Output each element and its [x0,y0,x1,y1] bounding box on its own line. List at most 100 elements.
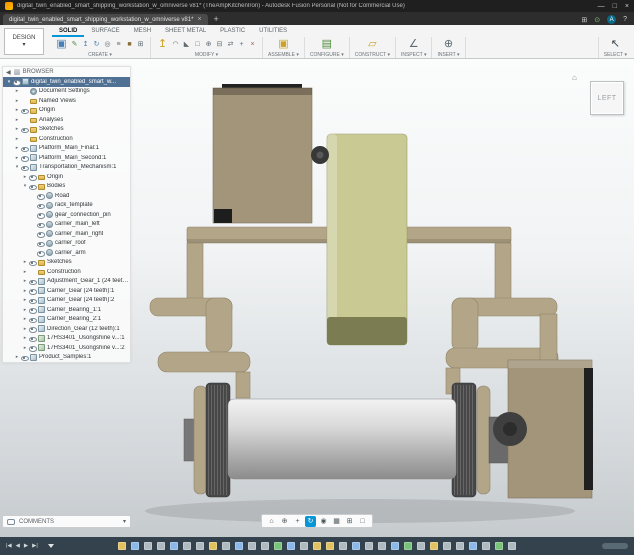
browser-item[interactable]: carrier_roof [3,239,130,249]
ribbon-group-label[interactable]: INSERT ▾ [437,52,459,58]
timeline-feature-sketch[interactable] [287,542,295,550]
browser-item[interactable]: ▸Analyses [3,115,130,125]
new-component-icon[interactable]: ▣ [277,38,290,51]
grid-settings-icon[interactable]: ⊞ [344,516,355,527]
timeline-feature-component[interactable] [313,542,321,550]
ribbon-group-label[interactable]: ASSEMBLE ▾ [268,52,299,58]
model-gear-plate[interactable] [327,134,407,345]
timeline-feature-feature[interactable] [183,542,191,550]
visibility-eye-icon[interactable] [20,163,29,171]
apps-icon[interactable]: ⊞ [581,16,587,24]
visibility-eye-icon[interactable] [20,353,29,361]
browser-item[interactable]: ▸Named Views [3,96,130,106]
select-cursor-icon[interactable]: ↖ [609,38,622,51]
timeline-feature-feature[interactable] [365,542,373,550]
step-forward-button[interactable]: ▶| [32,543,38,549]
configure-icon[interactable]: ▤ [320,38,333,51]
browser-item[interactable]: ▸Platform_Main_Final:1 [3,144,130,154]
orbit-icon[interactable]: ↻ [305,516,316,527]
ribbon-tab-plastic[interactable]: PLASTIC [213,25,252,37]
press-pull-icon[interactable]: ↥ [156,38,169,51]
timeline-feature-feature[interactable] [157,542,165,550]
visibility-eye-icon[interactable] [28,287,37,295]
ribbon-tab-solid[interactable]: SOLID [52,25,84,37]
browser-item[interactable]: ▸Carrier_Gear (24 teeth):2 [3,296,130,306]
chamfer-icon[interactable]: ◣ [182,40,191,49]
browser-item[interactable]: carrier_arm [3,248,130,258]
visibility-eye-icon[interactable] [20,154,29,162]
visibility-eye-icon[interactable] [36,249,45,257]
timeline-feature-feature[interactable] [339,542,347,550]
timeline-feature-sketch[interactable] [391,542,399,550]
ribbon-tab-mesh[interactable]: MESH [127,25,158,37]
timeline-playhead[interactable] [48,544,54,548]
timeline-scrollbar[interactable] [602,543,628,549]
browser-item[interactable]: ▸17HS3401_Usongshine v...:1 [3,334,130,344]
ribbon-tab-surface[interactable]: SURFACE [84,25,126,37]
browser-item[interactable]: ▸Carrier_Gear (24 teeth):1 [3,286,130,296]
timeline-feature-sketch[interactable] [170,542,178,550]
tab-close-icon[interactable]: × [197,16,201,23]
timeline-feature-sketch[interactable] [352,542,360,550]
close-icon[interactable]: × [625,3,629,10]
browser-item[interactable]: ▾digital_twin_enabled_smart_w... [3,77,130,87]
visibility-eye-icon[interactable] [36,230,45,238]
browser-item[interactable]: ▸Origin [3,106,130,116]
browser-item[interactable]: ▸Platform_Main_Second:1 [3,153,130,163]
timeline-feature-feature[interactable] [482,542,490,550]
timeline-feature-feature[interactable] [508,542,516,550]
timeline-feature-feature[interactable] [196,542,204,550]
home-view-icon[interactable]: ⌂ [572,73,577,82]
browser-item[interactable]: ▸Product_Samples:1 [3,353,130,363]
avatar[interactable]: A [607,15,616,24]
model-disc-left[interactable] [194,386,207,494]
expander-icon[interactable]: ▸ [22,269,28,275]
browser-item[interactable]: carrier_main_right [3,229,130,239]
visibility-eye-icon[interactable] [28,258,37,266]
browser-item[interactable]: rack_template [3,201,130,211]
visibility-eye-icon[interactable] [28,306,37,314]
play-button[interactable]: ▶ [24,543,28,549]
visibility-eye-icon[interactable] [28,315,37,323]
look-at-icon[interactable]: ◉ [318,516,329,527]
timeline-feature-sketch[interactable] [131,542,139,550]
model-roller-assembly[interactable] [184,383,511,497]
timeline-feature-feature[interactable] [417,542,425,550]
construct-plane-icon[interactable]: ▱ [366,38,379,51]
revolve-icon[interactable]: ↻ [92,40,101,49]
extrude-icon[interactable]: ↥ [81,40,90,49]
timeline-feature-component[interactable] [118,542,126,550]
ribbon-group-label[interactable]: INSPECT ▾ [401,52,426,58]
model-motor-top[interactable] [213,84,329,223]
visibility-eye-icon[interactable] [28,277,37,285]
browser-item[interactable]: ▸Sketches [3,125,130,135]
pattern-icon[interactable]: ⊞ [136,40,145,49]
new-tab-button[interactable]: + [214,14,219,24]
fillet-icon[interactable]: ◠ [171,40,180,49]
expander-icon[interactable]: ▸ [14,88,20,94]
align-icon[interactable]: ⇄ [226,40,235,49]
timeline-feature-feature[interactable] [248,542,256,550]
zoom-icon[interactable]: ⊕ [279,516,290,527]
expander-icon[interactable]: ▸ [14,136,20,142]
viewcube[interactable]: LEFT [590,81,624,115]
timeline-feature-feature[interactable] [261,542,269,550]
timeline-feature-sketch[interactable] [235,542,243,550]
browser-item[interactable]: ▸Sketches [3,258,130,268]
ribbon-tab-utilities[interactable]: UTILITIES [252,25,294,37]
timeline-feature-joint[interactable] [495,542,503,550]
timeline-feature-feature[interactable] [378,542,386,550]
thread-icon[interactable]: ≡ [114,40,123,49]
hole-icon[interactable]: ◎ [103,40,112,49]
timeline-feature-feature[interactable] [222,542,230,550]
timeline-feature-component[interactable] [430,542,438,550]
browser-item[interactable]: ▾Transportation_Mechanism:1 [3,163,130,173]
timeline-feature-joint[interactable] [404,542,412,550]
model-cylinder[interactable] [228,399,456,479]
timeline-feature-feature[interactable] [144,542,152,550]
visibility-eye-icon[interactable] [36,239,45,247]
document-tab[interactable]: digital_twin_enabled_smart_shipping_work… [3,14,208,25]
browser-item[interactable]: ▸Construction [3,267,130,277]
visibility-eye-icon[interactable] [36,211,45,219]
ribbon-tab-sheet-metal[interactable]: SHEET METAL [158,25,213,37]
